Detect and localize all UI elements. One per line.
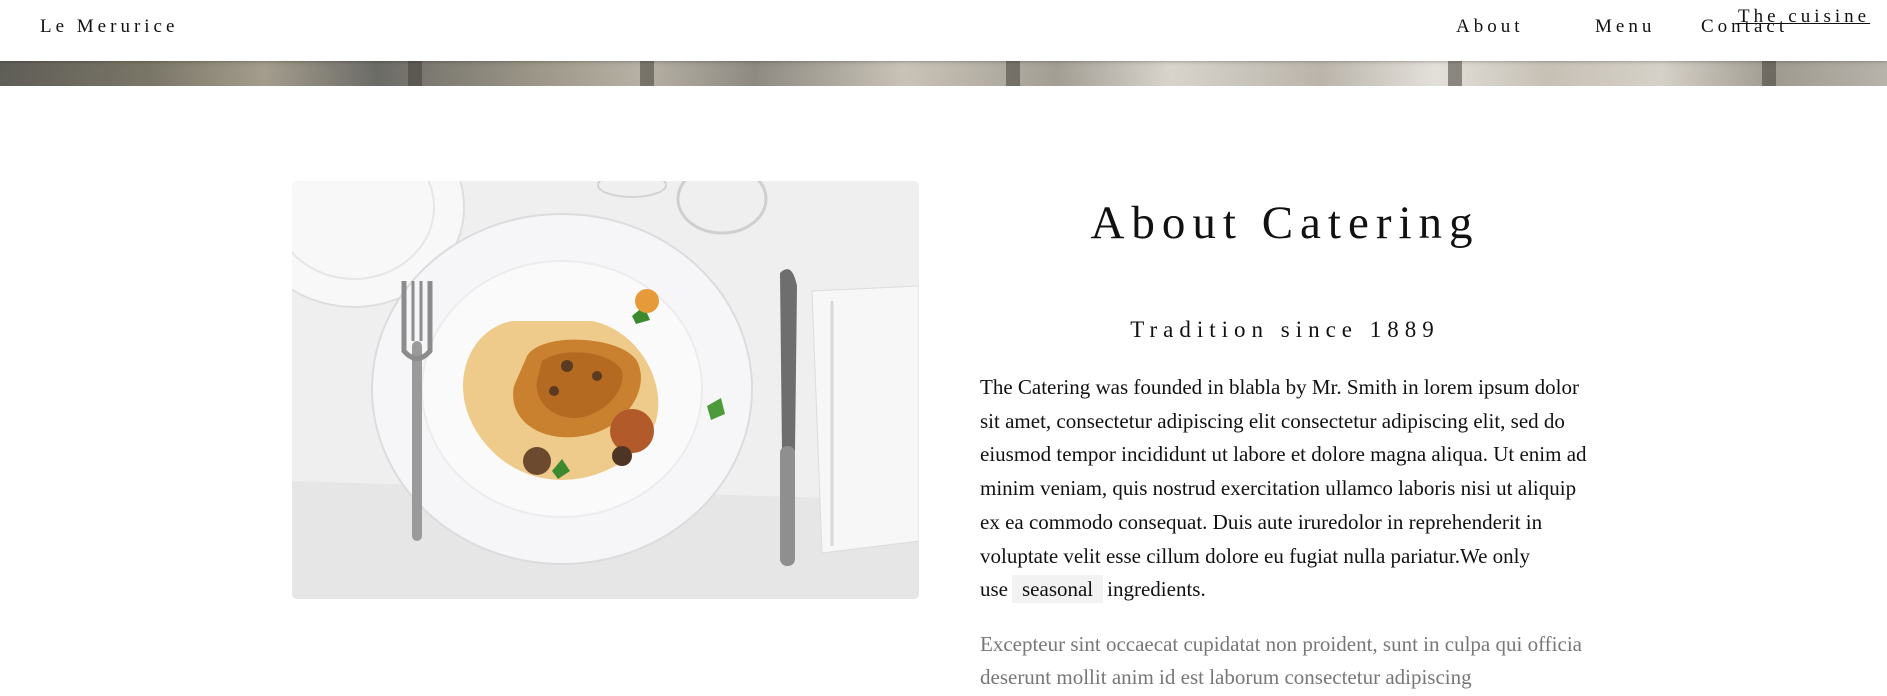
chair-leg-shape (408, 61, 422, 86)
about-paragraph-text: The Catering was founded in blabla by Mr… (980, 375, 1587, 602)
nav-link-menu[interactable]: Menu (1595, 16, 1655, 38)
chair-leg-shape (1448, 61, 1462, 86)
chair-leg-shape (640, 61, 654, 86)
section-subtitle: Tradition since 1889 (1130, 317, 1440, 342)
secondary-paragraph: Excepteur sint occaecat cupidatat non pr… (980, 632, 1582, 689)
nav-link-the-cuisine[interactable]: The cuisine (1738, 6, 1870, 28)
chair-leg-shape (1006, 61, 1020, 86)
top-navigation-bar: Le Merurice About Menu Contact (0, 0, 1887, 61)
chair-leg-shape (1762, 61, 1776, 86)
plated-dish-illustration (292, 181, 919, 599)
section-title: About Catering (1090, 197, 1480, 249)
about-paragraph: The Catering was founded in blabla by Mr… (980, 371, 1600, 607)
hero-image-strip (0, 61, 1887, 86)
highlighted-word: seasonal (1012, 575, 1104, 604)
brand-logo-text[interactable]: Le Merurice (40, 16, 178, 38)
plated-dish-photo (292, 181, 919, 599)
about-paragraph-end: ingredients. (1107, 577, 1206, 602)
nav-link-about[interactable]: About (1456, 16, 1524, 38)
